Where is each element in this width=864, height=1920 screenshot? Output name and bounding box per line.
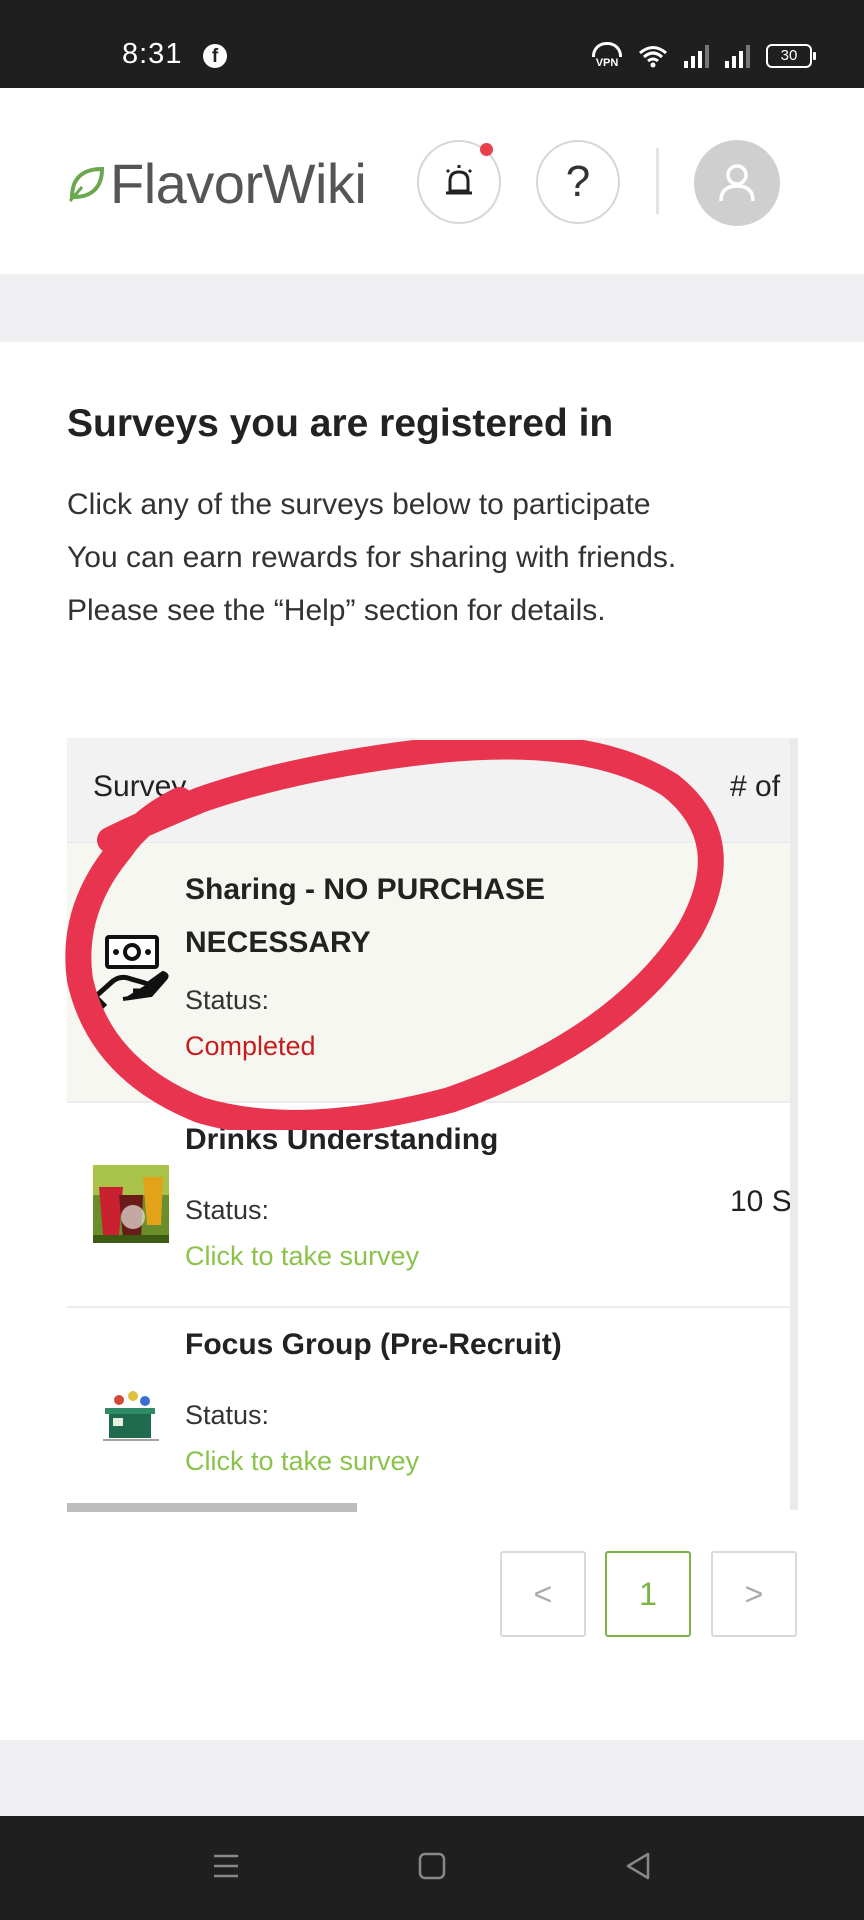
vpn-icon: VPN <box>592 42 622 69</box>
take-survey-link[interactable]: Click to take survey <box>185 1241 419 1272</box>
help-button[interactable]: ? <box>536 140 620 224</box>
take-survey-link[interactable]: Click to take survey <box>185 1446 419 1477</box>
signal-icon <box>684 44 709 68</box>
status-time: 8:31 <box>122 38 183 70</box>
header-divider <box>656 148 659 214</box>
survey-row-focus-group[interactable]: Focus Group (Pre-Recruit) Status: Click … <box>67 1308 790 1510</box>
description-line: You can earn rewards for sharing with fr… <box>67 541 677 574</box>
description-line: Click any of the surveys below to partic… <box>67 488 651 521</box>
page-description: Click any of the surveys below to partic… <box>67 478 676 637</box>
description-line: Please see the “Help” section for detail… <box>67 594 606 627</box>
notification-dot <box>480 143 493 156</box>
survey-row-sharing[interactable]: Sharing - NO PURCHASE NECESSARY Status: … <box>67 843 790 1103</box>
surveys-table: Survey # of Sharing - NO PURCHASE NECESS… <box>67 738 798 1510</box>
system-nav-bar <box>0 1816 864 1920</box>
status-icons: VPN 30 <box>592 42 816 69</box>
facebook-icon: f <box>203 44 227 68</box>
wifi-icon <box>639 45 667 67</box>
survey-title-line: Sharing - NO PURCHASE <box>185 873 546 906</box>
user-avatar[interactable] <box>694 140 780 226</box>
leaf-logo-icon <box>68 166 105 202</box>
flavorwiki-logo[interactable]: FlavorWiki <box>66 148 367 218</box>
survey-title: Drinks Understanding <box>185 1113 498 1166</box>
user-avatar-icon <box>719 164 755 202</box>
table-horizontal-scrollbar[interactable] <box>67 1503 357 1512</box>
survey-title-line: Drinks Understanding <box>185 1123 499 1156</box>
status-label: Status: <box>185 1400 270 1430</box>
vpn-label: VPN <box>595 57 619 69</box>
home-icon[interactable] <box>412 1846 452 1886</box>
status-label: Status: <box>185 1195 270 1225</box>
battery-icon: 30 <box>766 43 816 68</box>
status-label: Status: <box>185 985 270 1015</box>
next-page-button[interactable]: > <box>711 1551 797 1637</box>
battery-level: 30 <box>780 46 798 64</box>
alarm-bell-icon <box>445 165 473 195</box>
page-title: Surveys you are registered in <box>67 402 614 445</box>
table-header: Survey # of <box>67 738 790 843</box>
survey-title: Sharing - NO PURCHASE NECESSARY <box>185 863 545 969</box>
survey-count: 10 S <box>730 1185 792 1218</box>
signal-icon <box>725 44 750 68</box>
footer-band <box>0 1740 864 1816</box>
help-icon: ? <box>565 157 591 206</box>
menu-icon[interactable] <box>206 1846 246 1886</box>
cash-hand-icon <box>93 935 169 1010</box>
survey-row-drinks[interactable]: Drinks Understanding Status: Click to ta… <box>67 1103 790 1308</box>
focus-group-thumbnail <box>103 1391 159 1441</box>
drinks-thumbnail <box>93 1165 169 1243</box>
column-header-survey: Survey <box>93 770 187 803</box>
alerts-button[interactable] <box>417 140 501 224</box>
survey-title-line: Focus Group (Pre-Recruit) <box>185 1328 562 1361</box>
survey-title: Focus Group (Pre-Recruit) <box>185 1318 562 1371</box>
page-1-button[interactable]: 1 <box>605 1551 691 1637</box>
logo-text: FlavorWiki <box>110 151 367 215</box>
previous-page-button[interactable]: < <box>500 1551 586 1637</box>
column-header-number: # of <box>730 770 781 803</box>
status-value: Completed <box>185 1031 316 1061</box>
status-bar: 8:31 f VPN 30 <box>0 0 864 88</box>
header-separator-band <box>0 274 864 342</box>
survey-title-line: NECESSARY <box>185 926 371 959</box>
back-icon[interactable] <box>618 1846 658 1886</box>
app-header: FlavorWiki ? <box>0 88 864 274</box>
